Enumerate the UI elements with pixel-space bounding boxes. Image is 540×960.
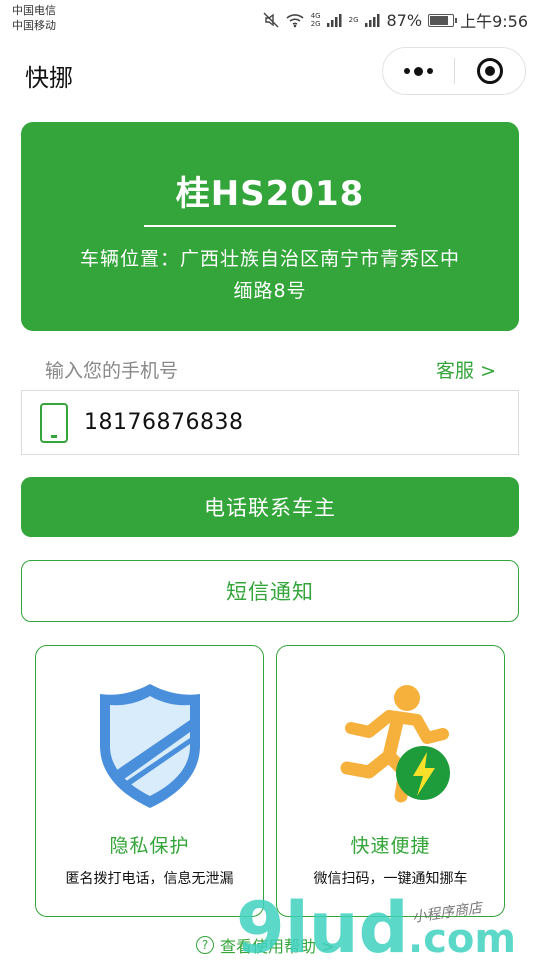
signal-icon bbox=[326, 13, 343, 27]
license-plate: 桂HS2018 bbox=[175, 174, 365, 214]
mini-program-capsule bbox=[382, 47, 526, 95]
battery-percent: 87% bbox=[386, 10, 423, 30]
help-label: 查看使用帮助 > bbox=[220, 937, 335, 956]
plate-divider bbox=[144, 225, 396, 227]
running-man-icon bbox=[277, 676, 504, 816]
mute-icon bbox=[263, 12, 279, 28]
page-title: 快挪 bbox=[25, 64, 73, 92]
status-time: 上午9:56 bbox=[460, 12, 528, 31]
network-type-icon: 4G 2G bbox=[310, 12, 321, 28]
network-type-2-icon: 2G bbox=[348, 16, 359, 24]
phone-value[interactable]: 18176876838 bbox=[84, 410, 243, 435]
feature-fast: 快速便捷 微信扫码，一键通知挪车 bbox=[276, 645, 505, 917]
carrier-1: 中国电信 bbox=[12, 4, 56, 17]
status-icons: 4G 2G 2G 87% 上午9:56 bbox=[263, 8, 528, 32]
question-icon: ? bbox=[196, 936, 214, 954]
more-menu-button[interactable] bbox=[383, 48, 454, 94]
feature-title: 隐私保护 bbox=[109, 835, 190, 857]
customer-service-link[interactable]: 客服 > bbox=[436, 356, 496, 383]
phone-field[interactable]: 18176876838 bbox=[21, 390, 519, 455]
more-dot-icon bbox=[426, 68, 433, 74]
more-dot-icon bbox=[413, 66, 423, 76]
phone-icon bbox=[40, 402, 68, 443]
battery-icon bbox=[428, 13, 458, 27]
shield-icon bbox=[36, 676, 263, 816]
sms-notify-button[interactable]: 短信通知 bbox=[21, 560, 519, 622]
feature-privacy: 隐私保护 匿名拨打电话，信息无泄漏 bbox=[35, 645, 264, 917]
status-bar: 中国电信 中国移动 4G 2G 2G 87% 上午9:56 bbox=[0, 0, 540, 38]
more-dot-icon bbox=[403, 68, 410, 74]
feature-desc: 匿名拨打电话，信息无泄漏 bbox=[65, 871, 234, 887]
wifi-icon bbox=[285, 12, 305, 28]
watermark-suffix: .com bbox=[408, 916, 516, 960]
help-link[interactable]: ? 查看使用帮助 > bbox=[196, 933, 335, 957]
vehicle-card: 桂HS2018 车辆位置：广西壮族自治区南宁市青秀区中缅路8号 bbox=[21, 122, 519, 331]
target-icon bbox=[476, 58, 503, 84]
feature-desc: 微信扫码，一键通知挪车 bbox=[313, 871, 468, 887]
call-owner-button[interactable]: 电话联系车主 bbox=[21, 477, 519, 537]
close-mini-program-button[interactable] bbox=[455, 48, 526, 94]
carrier-2: 中国移动 bbox=[12, 19, 56, 32]
vehicle-location: 车辆位置：广西壮族自治区南宁市青秀区中缅路8号 bbox=[80, 247, 461, 302]
carrier-info: 中国电信 中国移动 bbox=[12, 3, 56, 33]
nav-bar: 快挪 bbox=[0, 38, 540, 108]
feature-title: 快速便捷 bbox=[350, 835, 431, 857]
signal-2-icon bbox=[364, 13, 381, 27]
phone-label: 输入您的手机号 bbox=[45, 360, 179, 382]
